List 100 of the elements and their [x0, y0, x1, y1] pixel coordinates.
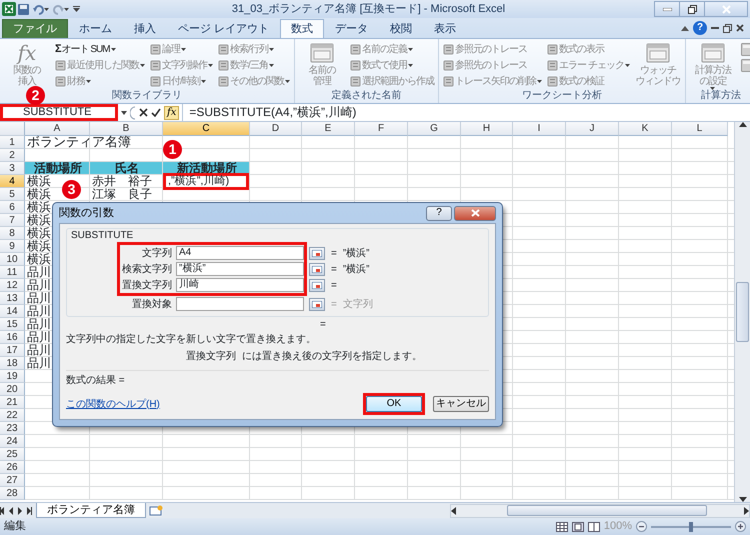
row-header[interactable]: 16 [0, 331, 25, 344]
minimize-button[interactable] [654, 1, 680, 17]
insert-sheet-icon[interactable] [149, 505, 163, 516]
input-field[interactable]: A4 [176, 246, 304, 260]
collapse-ribbon-icon[interactable] [681, 26, 689, 30]
first-sheet-icon[interactable] [0, 506, 6, 514]
ribbon-tab[interactable]: 校閲 [379, 19, 424, 38]
undo-button[interactable] [31, 4, 51, 14]
row-header[interactable]: 4 [0, 175, 25, 188]
row-header[interactable]: 2 [0, 149, 25, 162]
help-button[interactable]: ? [693, 21, 707, 35]
zoom-in-icon[interactable] [735, 521, 746, 532]
redo-button[interactable] [51, 4, 71, 14]
column-header[interactable]: K [619, 122, 672, 136]
page-break-view-icon[interactable] [588, 522, 600, 532]
row-header[interactable]: 23 [0, 422, 25, 435]
row-header[interactable]: 25 [0, 448, 25, 461]
ribbon-tab[interactable]: ページ レイアウト [167, 19, 280, 38]
row-header[interactable]: 27 [0, 474, 25, 487]
row-header[interactable]: 3 [0, 162, 25, 175]
slider-thumb[interactable] [689, 522, 693, 532]
next-sheet-icon[interactable] [18, 506, 24, 514]
collapse-dialog-button[interactable] [309, 262, 325, 276]
row-header[interactable]: 26 [0, 461, 25, 474]
check-icon[interactable] [151, 108, 161, 117]
table-cell[interactable]: ,”横浜”,川崎) [163, 173, 249, 190]
column-header[interactable]: H [461, 122, 513, 136]
vertical-scrollbar[interactable] [734, 122, 750, 502]
help-link[interactable]: この関数のヘルプ(H) [66, 396, 160, 412]
column-header[interactable]: J [566, 122, 619, 136]
ribbon-tab[interactable]: データ [324, 19, 380, 38]
cancel-icon[interactable] [139, 108, 148, 117]
customize-button[interactable] [71, 6, 82, 12]
column-header[interactable]: C [163, 122, 250, 136]
row-header[interactable]: 10 [0, 253, 25, 266]
help-button[interactable]: ? [426, 206, 452, 220]
previous-sheet-icon[interactable] [9, 506, 15, 514]
function-description: 文字列中の指定した文字を新しい文字で置き換えます。 [66, 334, 316, 345]
column-header[interactable]: G [408, 122, 461, 136]
ribbon-tab[interactable]: ホーム [68, 19, 123, 38]
row-header[interactable]: 20 [0, 383, 25, 396]
row-header[interactable]: 7 [0, 214, 25, 227]
ribbon-tab[interactable]: ファイル [2, 19, 68, 38]
insert-function-button[interactable]: fx [164, 106, 180, 120]
row-header[interactable]: 11 [0, 266, 25, 279]
collapse-dialog-button[interactable] [309, 298, 325, 310]
restore-button[interactable] [679, 1, 705, 17]
row-header[interactable]: 19 [0, 370, 25, 383]
row-header[interactable]: 8 [0, 227, 25, 240]
row-header[interactable]: 15 [0, 318, 25, 331]
row-header[interactable]: 9 [0, 240, 25, 253]
row-header[interactable]: 21 [0, 396, 25, 409]
scroll-left-icon[interactable] [451, 506, 456, 514]
ribbon-tab[interactable]: 挿入 [123, 19, 167, 38]
column-header[interactable]: F [355, 122, 408, 136]
sheet-tab[interactable]: ボランティア名簿 [36, 503, 146, 518]
column-header[interactable]: L [672, 122, 728, 136]
caret-icon[interactable] [121, 110, 127, 114]
input-field[interactable]: ”横浜” [176, 262, 304, 276]
close-button[interactable] [454, 206, 496, 220]
row-header[interactable]: 5 [0, 188, 25, 201]
column-header[interactable]: I [513, 122, 566, 136]
input-field[interactable] [176, 297, 304, 311]
collapse-dialog-button[interactable] [309, 246, 325, 260]
minimize-icon[interactable] [711, 24, 719, 32]
row-header[interactable]: 17 [0, 344, 25, 357]
scroll-thumb[interactable] [507, 505, 707, 516]
row-header[interactable]: 24 [0, 435, 25, 448]
collapse-dialog-button[interactable] [309, 278, 325, 292]
input-field[interactable]: 川崎 [176, 278, 304, 292]
restore-icon[interactable] [723, 24, 732, 32]
column-header[interactable]: A [25, 122, 90, 136]
column-header[interactable]: D [250, 122, 302, 136]
zoom-out-icon[interactable] [636, 521, 647, 532]
ok-button[interactable]: OK [366, 396, 422, 412]
scroll-right-icon[interactable] [744, 506, 749, 514]
column-header[interactable]: B [90, 122, 163, 136]
ribbon-button[interactable]: Σオート SUM [54, 41, 146, 57]
save-button[interactable] [16, 4, 31, 14]
row-header[interactable]: 1 [0, 136, 25, 149]
ribbon-tab[interactable]: 数式 [280, 19, 324, 38]
row-header[interactable]: 13 [0, 292, 25, 305]
table-cell: 氏名 [90, 162, 162, 174]
close-icon[interactable] [736, 24, 744, 32]
row-header[interactable]: 6 [0, 201, 25, 214]
row-header[interactable]: 28 [0, 487, 25, 500]
formula-field[interactable]: =SUBSTITUTE(A4,”横浜”,川崎) [182, 104, 750, 121]
ribbon-tab[interactable]: 表示 [423, 19, 468, 38]
name-box[interactable]: SUBSTITUTE [0, 104, 118, 121]
cancel-button[interactable]: キャンセル [433, 396, 489, 412]
normal-view-icon[interactable] [556, 522, 568, 532]
row-header[interactable]: 18 [0, 357, 25, 370]
row-header[interactable]: 22 [0, 409, 25, 422]
row-header[interactable]: 14 [0, 305, 25, 318]
row-header[interactable]: 12 [0, 279, 25, 292]
scroll-thumb[interactable] [736, 282, 749, 342]
last-sheet-icon[interactable] [27, 506, 33, 514]
column-header[interactable]: E [302, 122, 355, 136]
horizontal-scrollbar[interactable] [450, 504, 750, 518]
page-layout-view-icon[interactable] [572, 522, 584, 532]
